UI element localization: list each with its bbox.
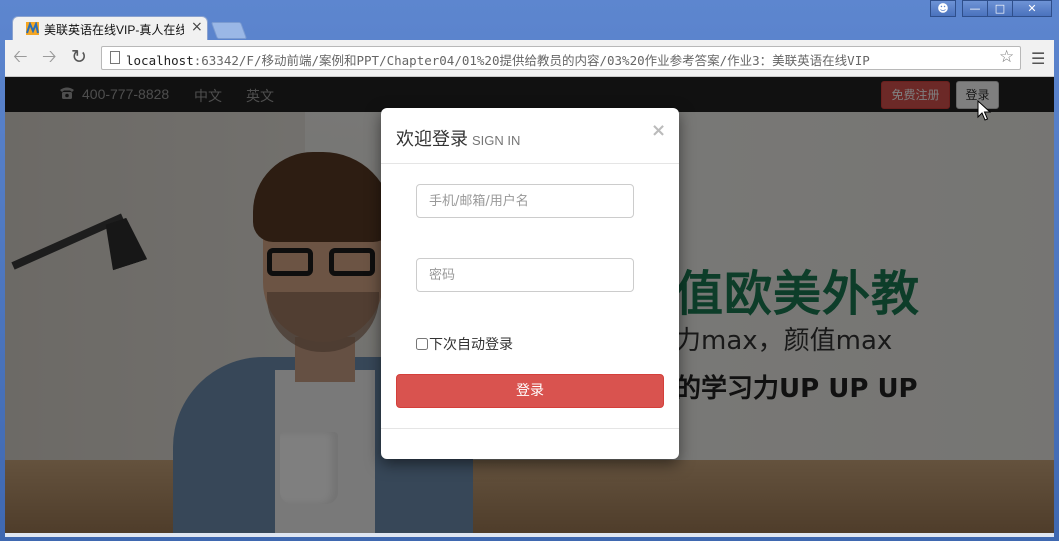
- back-arrow-icon[interactable]: 🡠: [13, 48, 28, 66]
- submit-login-button[interactable]: 登录: [396, 374, 664, 408]
- window-controls: ☻ — □ ✕: [930, 0, 1052, 18]
- minimize-icon[interactable]: —: [962, 0, 988, 17]
- tab-close-icon[interactable]: ×: [191, 19, 203, 35]
- modal-footer: [381, 428, 679, 429]
- browser-window: ☻ — □ ✕ 美联英语在线VIP-真人在线 × 🡠 🡢 ↻ localhost…: [0, 0, 1059, 541]
- hamburger-menu-icon[interactable]: ☰: [1031, 49, 1045, 68]
- address-bar[interactable]: localhost:63342/F/移动前端/案例和PPT/Chapter04/…: [101, 46, 1021, 70]
- page-icon: [110, 51, 120, 64]
- bookmark-star-icon[interactable]: ☆: [999, 47, 1014, 67]
- url-text[interactable]: localhost:63342/F/移动前端/案例和PPT/Chapter04/…: [126, 50, 992, 69]
- url-path: :63342/F/移动前端/案例和PPT/Chapter04/01%20提供给教…: [193, 53, 870, 68]
- remember-me[interactable]: 下次自动登录: [416, 334, 513, 354]
- close-icon[interactable]: ✕: [1012, 0, 1052, 17]
- forward-arrow-icon[interactable]: 🡢: [42, 48, 57, 66]
- remember-checkbox[interactable]: [416, 338, 428, 350]
- mouse-cursor-icon: [977, 100, 991, 121]
- modal-subtitle: SIGN IN: [472, 133, 521, 148]
- modal-title-text: 欢迎登录: [396, 129, 468, 150]
- tab-title: 美联英语在线VIP-真人在线: [44, 23, 184, 37]
- maximize-icon[interactable]: □: [987, 0, 1013, 17]
- window-bottom-edge: [5, 533, 1054, 537]
- url-host: localhost: [126, 53, 194, 68]
- password-input[interactable]: [416, 258, 634, 292]
- modal-title: 欢迎登录 SIGN IN: [396, 125, 520, 151]
- close-icon[interactable]: ×: [651, 120, 666, 141]
- favicon-icon: [26, 22, 39, 35]
- browser-toolbar: 🡠 🡢 ↻ localhost:63342/F/移动前端/案例和PPT/Chap…: [5, 40, 1054, 77]
- browser-tab[interactable]: 美联英语在线VIP-真人在线 ×: [12, 16, 208, 40]
- remember-label: 下次自动登录: [429, 337, 513, 353]
- login-modal: 欢迎登录 SIGN IN × 下次自动登录 登录: [381, 108, 679, 459]
- reload-icon[interactable]: ↻: [71, 48, 87, 67]
- modal-header: 欢迎登录 SIGN IN ×: [381, 108, 679, 164]
- username-input[interactable]: [416, 184, 634, 218]
- user-icon[interactable]: ☻: [930, 0, 956, 17]
- new-tab-button[interactable]: [210, 22, 248, 39]
